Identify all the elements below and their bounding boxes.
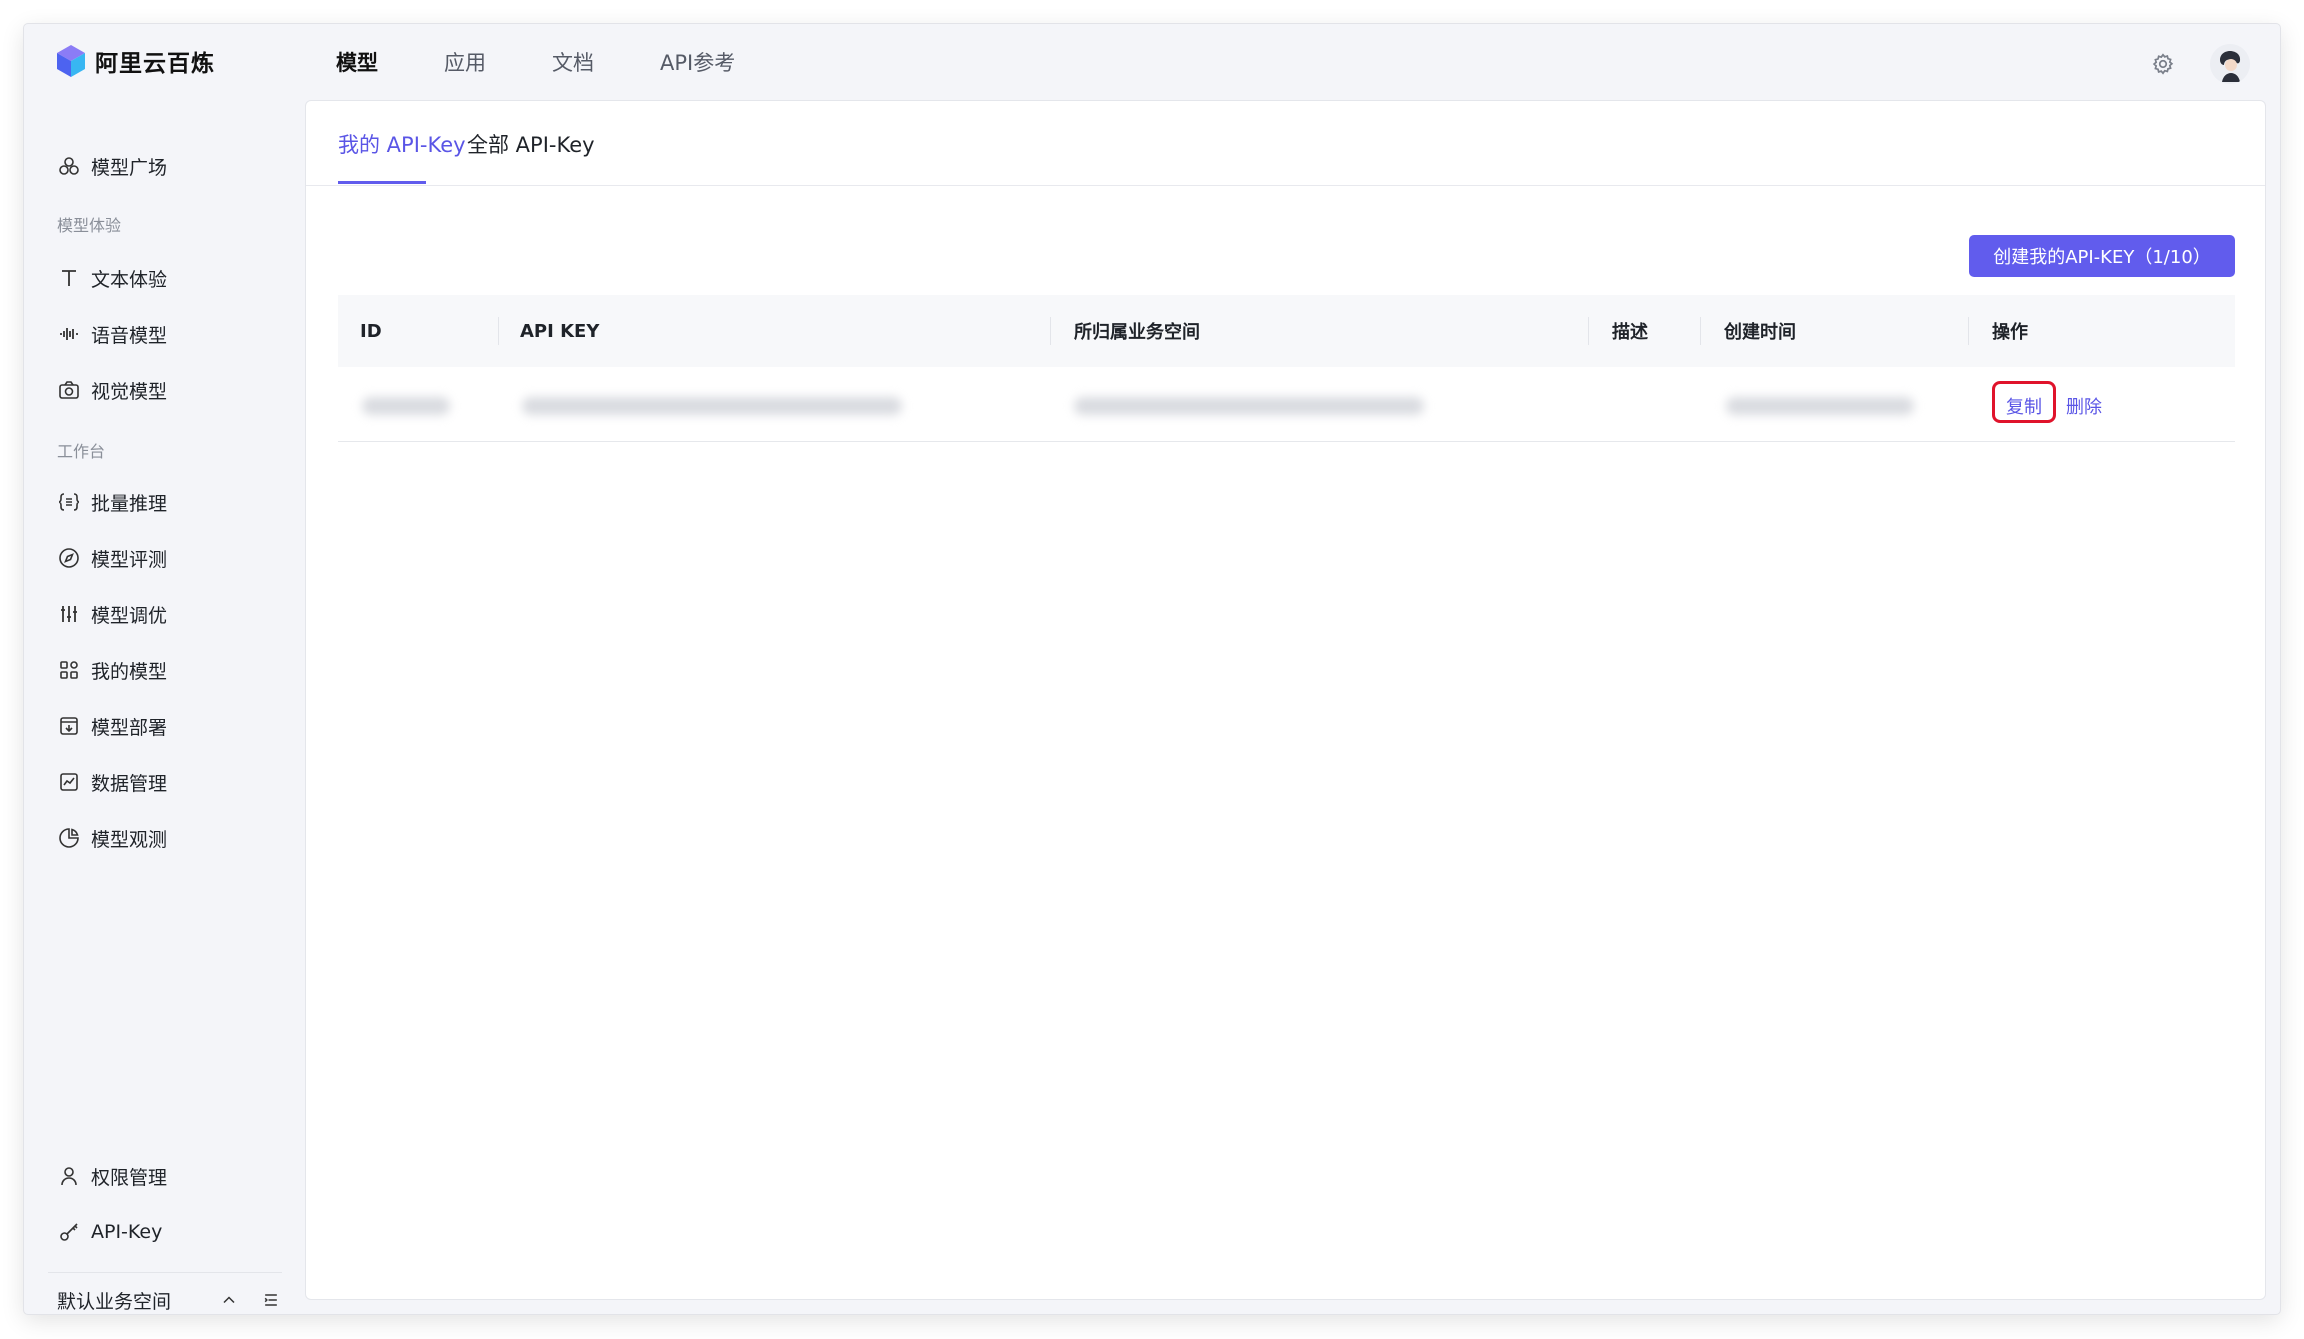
compass-icon <box>59 548 79 568</box>
top-bar: 阿里云百炼 模型 应用 文档 API参考 <box>24 24 2280 100</box>
column-header-description: 描述 <box>1612 322 1648 343</box>
chevron-up-icon[interactable] <box>219 1290 239 1310</box>
sidebar-item-label: API-Key <box>91 1221 163 1243</box>
top-right-tools <box>2150 44 2250 84</box>
column-separator <box>1050 317 1051 345</box>
sidebar-item-speech-model[interactable]: 语音模型 <box>57 314 167 354</box>
sidebar-group-workbench: 工作台 <box>57 442 106 461</box>
sidebar-item-label: 模型调优 <box>91 604 168 627</box>
sidebar-item-label: 模型观测 <box>91 828 168 851</box>
column-separator <box>1588 317 1589 345</box>
tab-my-api-key[interactable]: 我的 API-Key <box>338 129 466 159</box>
sidebar-item-data-management[interactable]: 数据管理 <box>57 762 167 802</box>
redacted-api-key <box>522 397 902 415</box>
column-header-workspace: 所归属业务空间 <box>1074 322 1200 343</box>
sidebar-item-model-evaluation[interactable]: 模型评测 <box>57 538 167 578</box>
brand-name: 阿里云百炼 <box>95 51 215 77</box>
top-nav-model[interactable]: 模型 <box>336 47 378 77</box>
camera-icon <box>59 381 79 399</box>
column-header-created-at: 创建时间 <box>1724 322 1796 343</box>
sliders-icon <box>61 606 77 622</box>
api-key-table: ID API KEY 所归属业务空间 描述 创建时间 操作 复制 删除 <box>338 295 2235 442</box>
sidebar-item-my-models[interactable]: 我的模型 <box>57 650 167 690</box>
copy-key-link[interactable]: 复制 <box>2006 393 2042 419</box>
sidebar-item-label: 模型评测 <box>91 548 168 571</box>
sidebar-item-label: 模型广场 <box>91 156 168 179</box>
text-icon <box>62 270 76 286</box>
column-separator <box>498 317 499 345</box>
workspace-name: 默认业务空间 <box>57 1290 172 1313</box>
sidebar-item-label: 语音模型 <box>91 324 168 347</box>
apps-grid-icon <box>60 661 78 679</box>
app-window: 阿里云百炼 模型 应用 文档 API参考 模型广场 模型体验 文本体验 语音模型… <box>24 24 2280 1314</box>
top-nav: 模型 应用 文档 API参考 <box>336 24 801 100</box>
redacted-id <box>362 397 450 415</box>
deploy-box-icon <box>60 717 78 735</box>
sidebar-item-label: 我的模型 <box>91 660 168 683</box>
sidebar-item-model-deploy[interactable]: 模型部署 <box>57 706 167 746</box>
model-square-icon <box>59 157 79 175</box>
table-header: ID API KEY 所归属业务空间 描述 创建时间 操作 <box>338 295 2235 367</box>
active-tab-indicator <box>338 181 426 184</box>
column-header-api-key: API KEY <box>520 320 600 342</box>
brand-logo[interactable]: 阿里云百炼 <box>56 44 215 78</box>
key-icon <box>60 1223 78 1241</box>
sidebar-item-model-observe[interactable]: 模型观测 <box>57 818 167 858</box>
user-avatar-icon <box>2210 44 2250 84</box>
pie-chart-icon <box>59 828 79 848</box>
waveform-icon <box>60 328 78 340</box>
redacted-workspace <box>1074 397 1424 415</box>
workspace-actions <box>197 1290 281 1310</box>
sidebar-item-batch-inference[interactable]: 批量推理 <box>57 482 167 522</box>
sidebar-item-vision-model[interactable]: 视觉模型 <box>57 370 167 410</box>
column-header-id: ID <box>360 320 382 342</box>
gear-icon[interactable] <box>2150 51 2176 77</box>
create-api-key-button[interactable]: 创建我的API-KEY（1/10） <box>1969 235 2235 277</box>
line-chart-icon <box>60 773 78 791</box>
sidebar-item-api-key[interactable]: API-Key <box>57 1212 162 1252</box>
delete-key-link[interactable]: 删除 <box>2066 393 2102 419</box>
column-header-actions: 操作 <box>1992 322 2028 343</box>
sidebar-item-model-square[interactable]: 模型广场 <box>57 146 167 186</box>
top-nav-api-reference[interactable]: API参考 <box>660 47 735 77</box>
sidebar-item-permission-management[interactable]: 权限管理 <box>57 1156 167 1196</box>
column-separator <box>1700 317 1701 345</box>
main-panel: 我的 API-Key 全部 API-Key 创建我的API-KEY（1/10） … <box>305 100 2266 1300</box>
sidebar-item-label: 视觉模型 <box>91 380 168 403</box>
sidebar-group-experience: 模型体验 <box>57 216 122 235</box>
bailian-logo-icon <box>57 45 85 77</box>
sidebar-item-label: 数据管理 <box>91 772 168 795</box>
workspace-switcher[interactable]: 默认业务空间 <box>57 1282 281 1314</box>
column-separator <box>1968 317 1969 345</box>
sidebar-item-model-tuning[interactable]: 模型调优 <box>57 594 167 634</box>
avatar[interactable] <box>2210 44 2250 84</box>
api-key-tabs: 我的 API-Key 全部 API-Key <box>306 101 2265 186</box>
braces-list-icon <box>58 493 80 511</box>
table-row: 复制 删除 <box>338 367 2235 442</box>
sidebar-divider <box>48 1272 282 1273</box>
sidebar-item-label: 模型部署 <box>91 716 168 739</box>
top-nav-docs[interactable]: 文档 <box>552 47 594 77</box>
sidebar-item-label: 文本体验 <box>91 268 168 291</box>
user-icon <box>61 1167 77 1186</box>
top-nav-application[interactable]: 应用 <box>444 47 486 77</box>
redacted-created-at <box>1726 397 1914 415</box>
sidebar: 模型广场 模型体验 文本体验 语音模型 视觉模型 工作台 批量推理 模型评测 模… <box>24 100 306 1314</box>
sidebar-item-label: 批量推理 <box>91 492 168 515</box>
sidebar-item-text-experience[interactable]: 文本体验 <box>57 258 167 298</box>
tab-all-api-key[interactable]: 全部 API-Key <box>467 129 595 159</box>
menu-list-icon[interactable] <box>261 1290 281 1310</box>
sidebar-item-label: 权限管理 <box>91 1166 168 1189</box>
